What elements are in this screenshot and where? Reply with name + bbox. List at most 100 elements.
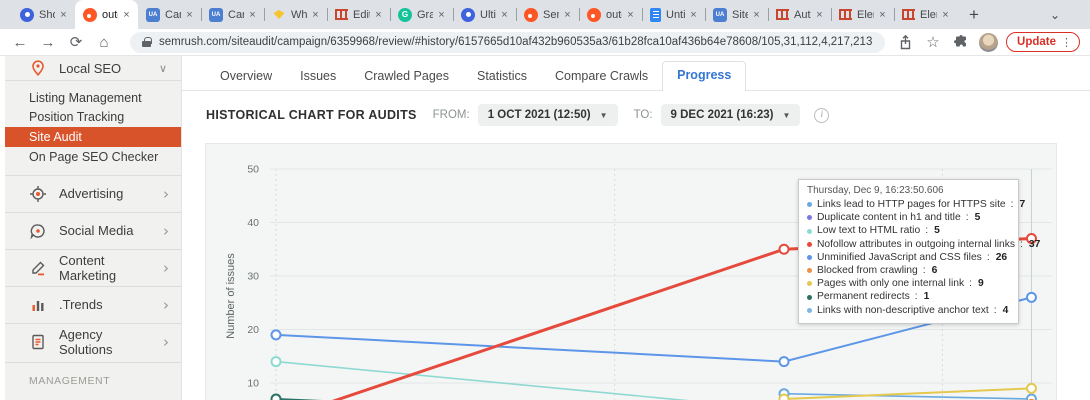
back-button[interactable]: ←	[8, 30, 32, 54]
close-tab-icon[interactable]	[372, 8, 385, 21]
close-tab-icon[interactable]	[435, 8, 448, 21]
profile-avatar[interactable]	[979, 33, 998, 52]
share-icon[interactable]	[895, 32, 915, 52]
browser-tab[interactable]: Auto	[768, 0, 831, 29]
sidebar-section-advertising[interactable]: Advertising	[5, 175, 181, 212]
close-tab-icon[interactable]	[309, 8, 322, 21]
url-text[interactable]: semrush.com/siteaudit/campaign/6359968/r…	[159, 36, 873, 48]
close-tab-icon[interactable]	[57, 8, 70, 21]
ua-blue-favicon-icon	[713, 8, 727, 22]
tooltip-item: Links lead to HTTP pages for HTTPS site:…	[807, 198, 1010, 211]
tab-overview[interactable]: Overview	[206, 63, 286, 91]
doc-icon	[29, 333, 47, 351]
browser-tab[interactable]: Elen	[894, 0, 957, 29]
tab-overflow-chevron-icon[interactable]: ⌄	[1050, 0, 1060, 29]
tooltip-item-label: Duplicate content in h1 and title	[817, 211, 961, 224]
browser-menu-icon[interactable]: ⋮	[1061, 36, 1072, 49]
close-tab-icon[interactable]	[498, 8, 511, 21]
close-tab-icon[interactable]	[750, 8, 763, 21]
from-date-dropdown[interactable]: 1 OCT 2021 (12:50) ▼	[478, 104, 618, 126]
y-tick-label: 40	[247, 217, 259, 229]
ua-blue-favicon-icon	[146, 8, 160, 22]
tab-crawled-pages[interactable]: Crawled Pages	[350, 63, 463, 91]
y-axis-label: Number of issues	[225, 253, 237, 339]
data-point-marker[interactable]	[780, 357, 789, 366]
data-point-marker[interactable]	[1027, 293, 1036, 302]
data-point-marker[interactable]	[1027, 384, 1036, 393]
sidebar-item-position-tracking[interactable]: Position Tracking	[5, 108, 181, 128]
sidebar-section-agencysolutions[interactable]: Agency Solutions	[5, 323, 181, 360]
from-date-value: 1 OCT 2021 (12:50)	[488, 109, 591, 121]
chevron-down-icon[interactable]: ∨	[159, 62, 167, 75]
red-app-favicon-icon	[335, 9, 348, 20]
tab-compare-crawls[interactable]: Compare Crawls	[541, 63, 662, 91]
address-bar[interactable]: semrush.com/siteaudit/campaign/6359968/r…	[130, 32, 885, 53]
data-point-marker[interactable]	[272, 395, 281, 400]
close-tab-icon[interactable]	[246, 8, 259, 21]
browser-tab[interactable]: outc	[75, 0, 138, 29]
sidebar-item-on-page-seo-checker[interactable]: On Page SEO Checker	[5, 147, 181, 167]
browser-tab[interactable]: Unti	[642, 0, 705, 29]
tab-title: outc	[606, 9, 622, 21]
y-tick-label: 20	[247, 324, 259, 336]
home-button[interactable]: ⌂	[92, 30, 116, 54]
browser-tab[interactable]: Can	[201, 0, 264, 29]
sidebar-item-listing-management[interactable]: Listing Management	[5, 88, 181, 108]
browser-tab[interactable]: Sho	[12, 0, 75, 29]
tab-title: Can	[165, 9, 181, 21]
management-list: My Reports+	[5, 391, 181, 400]
reload-button[interactable]: ⟳	[64, 30, 88, 54]
tab-statistics[interactable]: Statistics	[463, 63, 541, 91]
sidebar-item-my-reports[interactable]: My Reports+	[5, 391, 181, 400]
legend-dot-icon	[807, 268, 812, 273]
sidebar-section-socialmedia[interactable]: Social Media	[5, 212, 181, 249]
close-tab-icon[interactable]	[813, 8, 826, 21]
legend-dot-icon	[807, 242, 812, 247]
browser-tab[interactable]: Ulti	[453, 0, 516, 29]
tab-title: outc	[102, 9, 118, 21]
close-tab-icon[interactable]	[939, 8, 952, 21]
red-app-favicon-icon	[839, 9, 852, 20]
forward-button[interactable]: →	[36, 30, 60, 54]
site-audit-tabs: OverviewIssuesCrawled PagesStatisticsCom…	[206, 63, 746, 91]
close-tab-icon[interactable]	[687, 8, 700, 21]
tab-issues[interactable]: Issues	[286, 63, 350, 91]
browser-tab[interactable]: Elen	[831, 0, 894, 29]
plus-icon[interactable]: +	[159, 397, 167, 400]
browser-tab[interactable]: Site	[705, 0, 768, 29]
sidebar-section-trends[interactable]: .Trends	[5, 286, 181, 323]
tab-progress[interactable]: Progress	[662, 61, 746, 91]
bookmark-star-icon[interactable]: ☆	[923, 32, 943, 52]
sidebar-section-contentmarketing[interactable]: Content Marketing	[5, 249, 181, 286]
tooltip-item-label: Pages with only one internal link	[817, 277, 964, 290]
browser-tab[interactable]: Whe	[264, 0, 327, 29]
tooltip-item-label: Permanent redirects	[817, 290, 910, 303]
to-date-dropdown[interactable]: 9 DEC 2021 (16:23) ▼	[661, 104, 801, 126]
tab-title: Gra	[417, 9, 433, 21]
browser-tab[interactable]: outc	[579, 0, 642, 29]
close-tab-icon[interactable]	[183, 8, 196, 21]
data-point-marker[interactable]	[272, 357, 281, 366]
tooltip-date: Thursday, Dec 9, 16:23:50.606	[807, 185, 1010, 196]
close-tab-icon[interactable]	[120, 8, 133, 21]
tooltip-item-label: Blocked from crawling	[817, 264, 918, 277]
new-tab-button[interactable]: +	[961, 2, 987, 28]
close-tab-icon[interactable]	[876, 8, 889, 21]
browser-tab[interactable]: Can	[138, 0, 201, 29]
browser-tab[interactable]: Sem	[516, 0, 579, 29]
browser-tab[interactable]: Gra	[390, 0, 453, 29]
info-icon[interactable]: i	[814, 108, 829, 123]
data-point-marker[interactable]	[272, 330, 281, 339]
tab-title: Whe	[291, 9, 307, 21]
close-tab-icon[interactable]	[561, 8, 574, 21]
data-point-marker[interactable]	[780, 245, 789, 254]
close-tab-icon[interactable]	[624, 8, 637, 21]
semrush-favicon-icon	[524, 8, 538, 22]
extensions-puzzle-icon[interactable]	[951, 32, 971, 52]
tooltip-item-value: 5	[934, 224, 940, 237]
browser-tab[interactable]: Edit	[327, 0, 390, 29]
sidebar-group-local-seo[interactable]: Local SEO ∨	[5, 56, 181, 80]
sidebar-item-site-audit[interactable]: Site Audit	[5, 127, 181, 147]
data-point-marker[interactable]	[780, 395, 789, 400]
chrome-update-button[interactable]: Update ⋮	[1006, 32, 1080, 52]
